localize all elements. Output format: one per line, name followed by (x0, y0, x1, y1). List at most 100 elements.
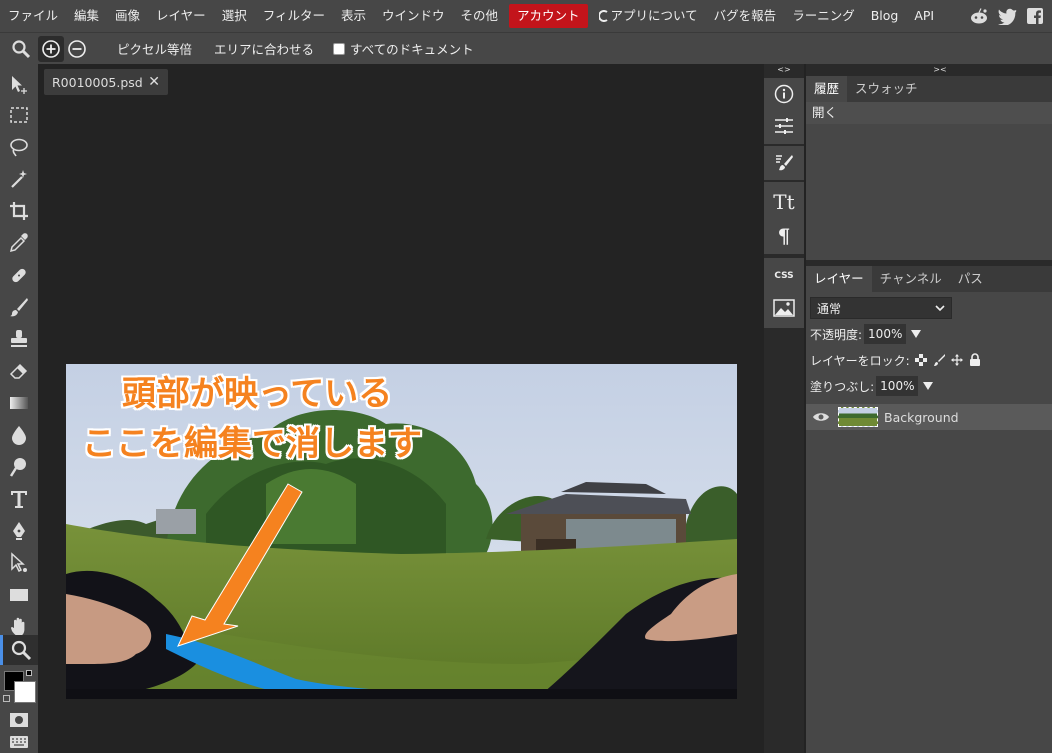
menu-view[interactable]: 表示 (333, 4, 374, 28)
zoom-tool[interactable] (0, 635, 38, 665)
document-tab[interactable]: R0010005.psd ✕ (44, 69, 168, 95)
default-colors-icon[interactable] (3, 695, 10, 702)
opacity-dropdown-icon[interactable] (910, 329, 922, 339)
menu-layer[interactable]: レイヤー (148, 4, 214, 28)
info-panel-button[interactable] (764, 78, 804, 110)
history-entry[interactable]: 開く (806, 102, 1052, 124)
zoom-in-button[interactable] (38, 35, 64, 62)
menu-edit[interactable]: 編集 (66, 4, 107, 28)
layer-thumbnail (838, 407, 878, 427)
move-tool[interactable] (0, 70, 38, 100)
info-icon (774, 84, 794, 104)
clone-stamp-tool[interactable] (0, 324, 38, 354)
menu-image[interactable]: 画像 (107, 4, 148, 28)
quick-mask-icon (10, 713, 28, 727)
gradient-icon (10, 397, 28, 409)
image-icon (773, 299, 795, 317)
close-tab-icon[interactable]: ✕ (148, 74, 160, 90)
brush-tool[interactable] (0, 292, 38, 322)
sliders-icon (775, 118, 793, 134)
strip-group-info (764, 78, 804, 144)
pen-tool[interactable] (0, 516, 38, 546)
twitter-icon[interactable] (996, 5, 1018, 27)
gradient-tool[interactable] (0, 388, 38, 418)
css-panel-button[interactable]: CSS (764, 260, 804, 292)
reddit-icon[interactable] (968, 5, 990, 27)
background-color[interactable] (14, 681, 36, 703)
lasso-tool[interactable] (0, 132, 38, 162)
zoom-out-button[interactable] (64, 36, 90, 62)
lock-transparency-icon[interactable] (914, 353, 928, 367)
fit-area-button[interactable]: エリアに合わせる (203, 39, 325, 58)
dodge-icon (9, 458, 26, 477)
lasso-icon (10, 138, 28, 157)
keyboard-button[interactable] (0, 732, 38, 752)
blur-tool[interactable] (0, 420, 38, 450)
menu-filter[interactable]: フィルター (255, 4, 333, 28)
facebook-icon[interactable] (1024, 5, 1046, 27)
lock-pixels-icon[interactable] (932, 353, 946, 367)
layer-row-background[interactable]: Background (806, 404, 1052, 430)
image-canvas[interactable]: 頭部が映っている ここを編集で消します (66, 364, 737, 699)
crop-icon (10, 202, 28, 220)
menu-api[interactable]: API (906, 4, 942, 28)
stamp-icon (11, 330, 27, 347)
collapse-strip-handle[interactable]: <> (764, 64, 804, 76)
menu-learning[interactable]: ラーニング (784, 4, 863, 28)
collapse-panels-handle[interactable]: >< (932, 64, 948, 76)
fill-dropdown-icon[interactable] (922, 381, 934, 391)
magic-wand-tool[interactable] (0, 164, 38, 194)
brush-settings-button[interactable] (764, 147, 804, 179)
marquee-tool[interactable] (0, 100, 38, 130)
tab-history[interactable]: 履歴 (806, 76, 848, 102)
brush-icon (10, 298, 28, 317)
history-panel: 履歴 スウォッチ 開く (806, 76, 1052, 260)
document-tab-bar: R0010005.psd ✕ (38, 64, 764, 98)
crop-tool[interactable] (0, 196, 38, 226)
move-arrow-icon (12, 76, 27, 94)
menu-blog[interactable]: Blog (863, 4, 907, 28)
path-select-tool[interactable] (0, 548, 38, 578)
layers-panel-tabs: レイヤー チャンネル パス (806, 266, 1052, 292)
quick-mask-button[interactable] (0, 708, 38, 732)
adjustments-panel-button[interactable] (764, 110, 804, 142)
fill-input[interactable]: 100% (876, 376, 919, 396)
lock-all-icon[interactable] (968, 353, 982, 367)
image-panel-button[interactable] (764, 292, 804, 324)
text-t-icon (11, 491, 27, 508)
blend-mode-select[interactable]: 通常 (810, 297, 952, 319)
all-documents-option[interactable]: すべてのドキュメント (325, 39, 482, 58)
pixel-equal-button[interactable]: ピクセル等倍 (106, 39, 203, 58)
lock-label: レイヤーをロック: (810, 353, 910, 368)
eraser-tool[interactable] (0, 356, 38, 386)
tool-bar (0, 64, 38, 753)
chevron-down-icon (935, 305, 945, 312)
character-panel-button[interactable]: Tt (764, 186, 804, 218)
menu-file[interactable]: ファイル (0, 4, 66, 28)
keyboard-icon (10, 736, 28, 748)
menu-about[interactable]: アプリについて (591, 4, 706, 28)
lock-position-icon[interactable] (950, 353, 964, 367)
menu-account[interactable]: アカウント (509, 4, 588, 28)
visibility-eye-icon[interactable] (812, 411, 830, 423)
paragraph-panel-button[interactable]: ¶ (764, 220, 804, 252)
menu-report-bug[interactable]: バグを報告 (706, 4, 785, 28)
menu-select[interactable]: 選択 (214, 4, 255, 28)
menu-window[interactable]: ウインドウ (374, 4, 453, 28)
eyedropper-tool[interactable] (0, 228, 38, 258)
shape-tool[interactable] (0, 580, 38, 610)
type-tool[interactable] (0, 484, 38, 514)
swap-colors-icon[interactable] (26, 670, 32, 676)
options-bar: ピクセル等倍 エリアに合わせる すべてのドキュメント (0, 32, 1052, 64)
all-documents-checkbox[interactable] (333, 42, 346, 55)
magnifier-icon (11, 640, 31, 661)
tab-paths[interactable]: パス (950, 266, 991, 292)
healing-brush-tool[interactable] (0, 260, 38, 290)
menu-more[interactable]: その他 (453, 4, 507, 28)
tab-channels[interactable]: チャンネル (872, 266, 950, 292)
tab-layers[interactable]: レイヤー (806, 266, 872, 292)
color-swatches[interactable] (0, 668, 38, 708)
opacity-input[interactable]: 100% (864, 324, 907, 344)
dodge-tool[interactable] (0, 452, 38, 482)
tab-swatches[interactable]: スウォッチ (847, 76, 926, 102)
